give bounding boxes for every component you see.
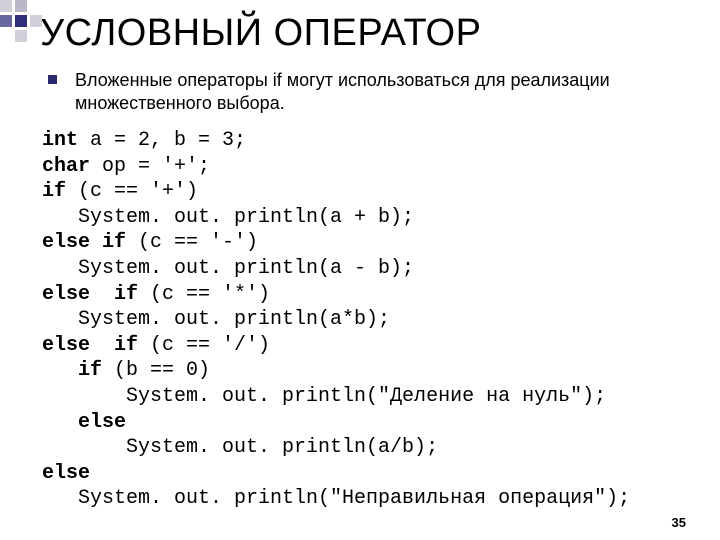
code-block: int a = 2, b = 3; char op = '+'; if (c =… <box>42 128 680 512</box>
code-text: (c == '*') <box>138 283 270 306</box>
code-text: System. out. println(a/b); <box>42 436 438 459</box>
deco-square <box>15 0 27 12</box>
deco-square <box>15 30 27 42</box>
code-text: (c == '+') <box>66 180 198 203</box>
slide-content: УСЛОВНЫЙ ОПЕРАТОР Вложенные операторы if… <box>0 0 720 512</box>
code-text: op = '+'; <box>90 155 210 178</box>
code-text: System. out. println("Деление на нуль"); <box>42 385 606 408</box>
code-keyword: else if <box>42 231 126 254</box>
code-text: (c == '-') <box>126 231 258 254</box>
code-keyword: if <box>42 359 102 382</box>
code-text: (c == '/') <box>138 334 270 357</box>
code-text: (b == 0) <box>102 359 210 382</box>
code-keyword: else <box>42 411 126 434</box>
page-number: 35 <box>672 515 686 530</box>
bullet-text: Вложенные операторы if могут использоват… <box>75 69 680 114</box>
deco-square <box>30 0 42 12</box>
code-text: a = 2, b = 3; <box>78 129 246 152</box>
deco-square <box>15 15 27 27</box>
code-keyword: if <box>42 180 66 203</box>
code-text: System. out. println(a*b); <box>42 308 390 331</box>
corner-decoration <box>0 0 45 45</box>
code-text: System. out. println(a + b); <box>42 206 414 229</box>
deco-square <box>0 15 12 27</box>
bullet-item: Вложенные операторы if могут использоват… <box>48 69 680 114</box>
code-keyword: else if <box>42 283 138 306</box>
code-text: System. out. println(a - b); <box>42 257 414 280</box>
bullet-icon <box>48 75 57 84</box>
code-keyword: else <box>42 462 90 485</box>
code-keyword: char <box>42 155 90 178</box>
deco-square <box>30 15 42 27</box>
code-text: System. out. println("Неправильная опера… <box>42 487 630 510</box>
deco-square <box>0 0 12 12</box>
slide-title: УСЛОВНЫЙ ОПЕРАТОР <box>40 12 680 55</box>
code-keyword: else if <box>42 334 138 357</box>
code-keyword: int <box>42 129 78 152</box>
